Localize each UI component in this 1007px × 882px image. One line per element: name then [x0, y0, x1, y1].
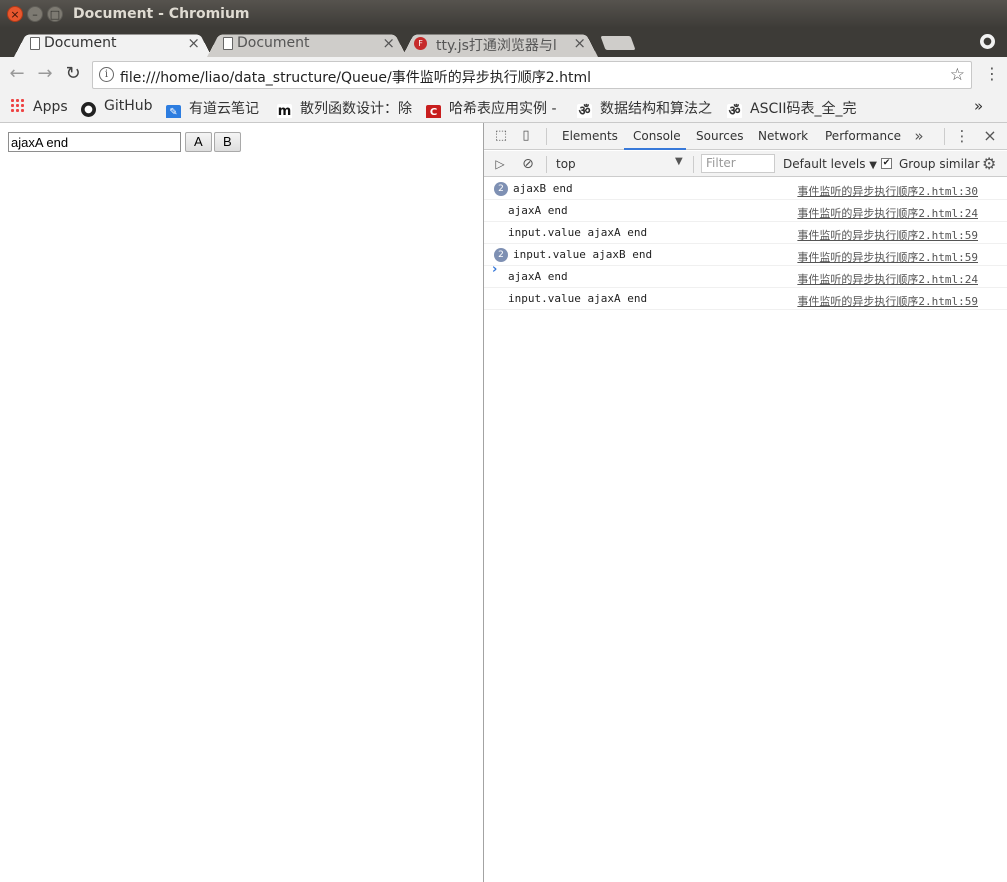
console-settings-gear-icon[interactable]: ⚙ — [982, 154, 996, 173]
context-selector[interactable]: top — [556, 157, 576, 171]
bookmark-github[interactable]: ● GitHub — [81, 98, 161, 118]
tab-label: Document — [44, 35, 117, 51]
device-toolbar-icon[interactable]: ▯ — [518, 128, 534, 144]
bookmark-youdao[interactable]: ✎ 有道云笔记 — [166, 98, 270, 118]
tab-strip: Document × Document × F tty.js打通浏览器与l × — [0, 28, 1007, 57]
source-link[interactable]: 事件监听的异步执行顺序2.html:30 — [797, 183, 978, 199]
log-levels-dropdown[interactable]: Default levels ▼ — [783, 157, 877, 171]
tab-ttyjs[interactable]: F tty.js打通浏览器与l × — [402, 31, 598, 57]
message-text: ajaxA end — [508, 204, 568, 217]
tab-close-icon[interactable]: × — [382, 34, 395, 52]
console-messages: 2 ajaxB end 事件监听的异步执行顺序2.html:30 ajaxA e… — [484, 178, 1007, 310]
site-logo-icon: ॐ — [727, 104, 742, 118]
page-icon — [223, 37, 233, 50]
tab-close-icon[interactable]: × — [187, 34, 200, 52]
devtools-tab-bar: ⬚ ▯ Elements Console Sources Network Per… — [484, 123, 1007, 150]
text-input[interactable] — [8, 132, 181, 152]
tab-label: tty.js打通浏览器与l — [436, 38, 557, 54]
devtools-panel: ⬚ ▯ Elements Console Sources Network Per… — [484, 123, 1007, 882]
console-message: 2 input.value ajaxB end 事件监听的异步执行顺序2.htm… — [484, 244, 1007, 266]
bookmark-ascii[interactable]: ॐ ASCII码表_全_完 — [727, 98, 862, 118]
tab-sources[interactable]: Sources — [696, 129, 743, 143]
button-b[interactable]: B — [214, 132, 241, 152]
active-tab-indicator — [624, 148, 686, 150]
github-icon: ● — [81, 102, 96, 117]
tab-console[interactable]: Console — [633, 129, 681, 143]
source-link[interactable]: 事件监听的异步执行顺序2.html:24 — [797, 205, 978, 221]
console-message: ajaxA end 事件监听的异步执行顺序2.html:24 — [484, 266, 1007, 288]
sidebar-toggle-icon[interactable]: ▷ — [492, 156, 508, 172]
clear-console-icon[interactable]: ⊘ — [520, 156, 536, 172]
window-close-icon[interactable]: × — [7, 6, 23, 22]
console-message: input.value ajaxA end 事件监听的异步执行顺序2.html:… — [484, 222, 1007, 244]
message-text: input.value ajaxA end — [508, 292, 648, 305]
toolbar: ← → ↻ i file:///home/liao/data_structure… — [0, 57, 1007, 93]
tab-document-1[interactable]: Document × — [14, 31, 212, 57]
page-icon — [30, 37, 40, 50]
info-icon[interactable]: i — [99, 67, 114, 82]
bookmark-data-structure[interactable]: ॐ 数据结构和算法之 — [577, 98, 717, 118]
back-arrow-icon[interactable]: ← — [6, 63, 28, 85]
site-logo-icon: ॐ — [577, 104, 592, 118]
devtools-menu-kebab-icon[interactable]: ⋮ — [954, 128, 970, 144]
repeat-count-badge: 2 — [494, 182, 508, 196]
console-prompt-chevron-icon[interactable]: › — [492, 262, 497, 277]
m-site-icon: m — [277, 104, 292, 118]
console-message: 2 ajaxB end 事件监听的异步执行顺序2.html:30 — [484, 178, 1007, 200]
bookmark-star-icon[interactable]: ☆ — [950, 65, 965, 85]
more-tabs-icon[interactable]: » — [911, 128, 927, 144]
tab-label: Document — [237, 35, 310, 51]
new-tab-button[interactable] — [600, 36, 636, 50]
apps-grid-icon — [10, 98, 25, 113]
browser-window: × – □ Document - Chromium Document × Doc… — [0, 0, 1007, 882]
message-text: input.value ajaxB end — [513, 248, 653, 261]
csdn-icon: C — [426, 105, 441, 118]
window-title: Document - Chromium — [73, 6, 250, 22]
profile-icon[interactable]: ● — [980, 34, 995, 49]
source-link[interactable]: 事件监听的异步执行顺序2.html:24 — [797, 271, 978, 287]
title-bar: × – □ Document - Chromium — [0, 0, 1007, 28]
console-message: ajaxA end 事件监听的异步执行顺序2.html:24 — [484, 200, 1007, 222]
menu-kebab-icon[interactable]: ⋮ — [984, 64, 1000, 83]
bookmarks-overflow-icon[interactable]: » — [974, 97, 983, 115]
tab-close-icon[interactable]: × — [573, 34, 586, 52]
context-dropdown-icon[interactable]: ▼ — [675, 156, 683, 167]
bookmark-apps[interactable]: Apps — [10, 98, 75, 118]
inspect-element-icon[interactable]: ⬚ — [493, 128, 509, 144]
tab-network[interactable]: Network — [758, 129, 808, 143]
console-message: input.value ajaxA end 事件监听的异步执行顺序2.html:… — [484, 288, 1007, 310]
source-link[interactable]: 事件监听的异步执行顺序2.html:59 — [797, 293, 978, 309]
forward-arrow-icon[interactable]: → — [34, 63, 56, 85]
tab-performance[interactable]: Performance — [825, 129, 901, 143]
address-bar[interactable]: i file:///home/liao/data_structure/Queue… — [92, 61, 972, 89]
bookmarks-bar: Apps ● GitHub ✎ 有道云笔记 m 散列函数设计：除 C 哈希表应用实例 -… — [0, 93, 1007, 123]
devtools-close-icon[interactable]: × — [982, 128, 998, 144]
group-similar-checkbox[interactable]: ✔ — [881, 158, 892, 169]
youdao-note-icon: ✎ — [166, 105, 181, 118]
window-maximize-icon[interactable]: □ — [47, 6, 63, 22]
button-a[interactable]: A — [185, 132, 212, 152]
levels-dropdown-icon: ▼ — [869, 160, 877, 171]
tab-elements[interactable]: Elements — [562, 129, 618, 143]
message-text: ajaxB end — [513, 182, 573, 195]
url-text[interactable]: file:///home/liao/data_structure/Queue/事… — [120, 67, 591, 87]
console-filter-input[interactable]: Filter — [701, 154, 775, 173]
message-text: ajaxA end — [508, 270, 568, 283]
source-link[interactable]: 事件监听的异步执行顺序2.html:59 — [797, 249, 978, 265]
group-similar-label: Group similar — [899, 157, 980, 171]
message-text: input.value ajaxA end — [508, 226, 648, 239]
bookmark-hash-function[interactable]: m 散列函数设计：除 — [277, 98, 413, 118]
page-content: A B — [0, 123, 483, 882]
reload-icon[interactable]: ↻ — [62, 63, 84, 85]
window-minimize-icon[interactable]: – — [27, 6, 43, 22]
console-filter-bar: ▷ ⊘ top ▼ Filter Default levels ▼ ✔ Grou… — [484, 151, 1007, 177]
repeat-count-badge: 2 — [494, 248, 508, 262]
source-link[interactable]: 事件监听的异步执行顺序2.html:59 — [797, 227, 978, 243]
bookmark-hash-table[interactable]: C 哈希表应用实例 - — [426, 98, 564, 118]
tab-document-2[interactable]: Document × — [207, 31, 407, 57]
site-favicon-icon: F — [414, 37, 427, 50]
